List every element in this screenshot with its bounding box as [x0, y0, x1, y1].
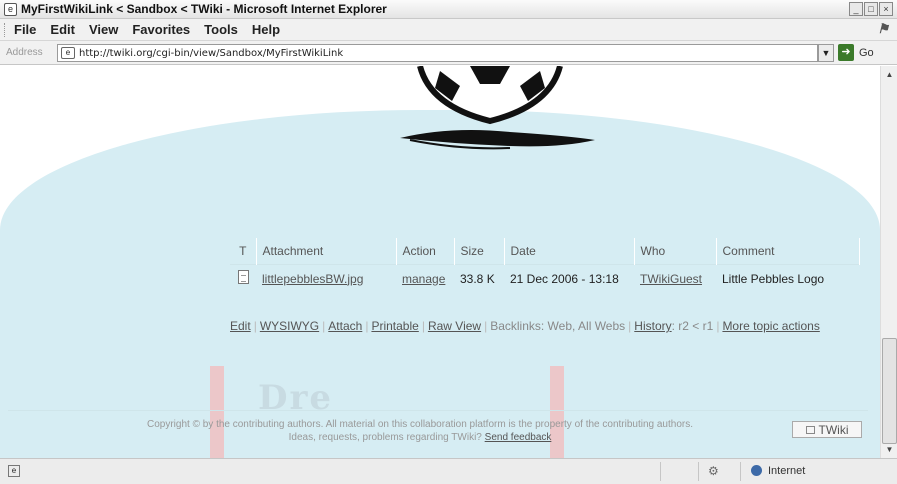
windows-logo-icon: ⚑ — [877, 21, 889, 36]
toolbar-grip[interactable] — [4, 23, 7, 37]
footer-divider — [8, 410, 868, 411]
revision-compare[interactable]: r2 < r1 — [678, 319, 713, 333]
window-controls: _ □ × — [849, 2, 893, 16]
watermark-decoration — [550, 366, 564, 458]
menu-favorites[interactable]: Favorites — [132, 22, 190, 37]
history-link[interactable]: History — [634, 319, 671, 333]
backlinks-label[interactable]: Backlinks: Web, All Webs — [490, 319, 625, 333]
scroll-down-arrow-icon[interactable]: ▼ — [882, 442, 897, 457]
send-feedback-link[interactable]: Send feedback — [485, 432, 552, 443]
watermark-logo: Dre — [258, 378, 334, 418]
attachment-table: T Attachment Action Size Date Who Commen… — [230, 238, 860, 292]
menu-tools[interactable]: Tools — [204, 22, 238, 37]
column-header-comment[interactable]: Comment — [716, 238, 860, 265]
page-status-icon: e — [8, 465, 20, 477]
zone-label: Internet — [768, 465, 806, 477]
menu-edit[interactable]: Edit — [50, 22, 75, 37]
window-title-bar: e MyFirstWikiLink < Sandbox < TWiki - Mi… — [0, 0, 897, 19]
menu-file[interactable]: File — [14, 22, 36, 37]
who-link[interactable]: TWikiGuest — [640, 272, 702, 286]
address-url[interactable]: http://twiki.org/cgi-bin/view/Sandbox/My… — [79, 48, 343, 59]
manage-link[interactable]: manage — [402, 272, 445, 286]
ie-icon: e — [4, 2, 17, 16]
attachment-date: 21 Dec 2006 - 13:18 — [504, 264, 634, 292]
address-input[interactable]: e http://twiki.org/cgi-bin/view/Sandbox/… — [57, 44, 818, 62]
twiki-icon — [805, 425, 815, 434]
page-icon: e — [61, 47, 75, 59]
watermark-decoration — [210, 366, 224, 458]
twiki-badge-label: TWiki — [818, 422, 849, 437]
attachment-link[interactable]: littlepebblesBW.jpg — [262, 272, 363, 286]
address-bar: Address e http://twiki.org/cgi-bin/view/… — [0, 41, 897, 65]
status-divider — [698, 462, 699, 481]
status-bar: e ⚙ Internet — [0, 458, 897, 484]
feedback-prompt: Ideas, requests, problems regarding TWik… — [288, 432, 482, 443]
table-header-row: T Attachment Action Size Date Who Commen… — [230, 238, 860, 265]
twiki-logo-badge[interactable]: TWiki — [792, 421, 862, 438]
address-dropdown-button[interactable]: ▼ — [818, 44, 834, 62]
file-icon — [237, 270, 249, 284]
column-header-size[interactable]: Size — [454, 238, 505, 265]
page-content: Dre T Attachment Action Size Date Who Co… — [0, 66, 880, 458]
scroll-up-arrow-icon[interactable]: ▲ — [882, 67, 897, 82]
attach-link[interactable]: Attach — [328, 319, 362, 333]
window-title: MyFirstWikiLink < Sandbox < TWiki - Micr… — [21, 2, 387, 16]
minimize-button[interactable]: _ — [849, 2, 863, 16]
vertical-scrollbar[interactable]: ▲ ▼ — [880, 66, 897, 458]
column-header-type[interactable]: T — [230, 238, 257, 265]
maximize-button[interactable]: □ — [864, 2, 878, 16]
attachment-comment: Little Pebbles Logo — [716, 264, 860, 292]
security-icon: ⚙ — [708, 464, 719, 478]
internet-zone-icon — [751, 465, 762, 476]
status-divider — [660, 462, 661, 481]
column-header-who[interactable]: Who — [634, 238, 717, 265]
soccer-ball-logo-image — [400, 66, 595, 150]
wysiwyg-link[interactable]: WYSIWYG — [260, 319, 319, 333]
scroll-thumb[interactable] — [882, 338, 897, 444]
more-topic-actions-link[interactable]: More topic actions — [722, 319, 819, 333]
close-button[interactable]: × — [879, 2, 893, 16]
attachment-size: 33.8 K — [454, 264, 504, 292]
raw-view-link[interactable]: Raw View — [428, 319, 481, 333]
menu-help[interactable]: Help — [252, 22, 280, 37]
edit-link[interactable]: Edit — [230, 319, 251, 333]
printable-link[interactable]: Printable — [371, 319, 418, 333]
footer-copyright: Copyright © by the contributing authors.… — [60, 418, 780, 444]
go-arrow-icon[interactable]: ➜ — [838, 44, 854, 61]
address-label: Address — [6, 47, 43, 58]
menu-view[interactable]: View — [89, 22, 118, 37]
go-button-label[interactable]: Go — [859, 47, 874, 59]
topic-actions-bar: Edit | WYSIWYG | Attach | Printable | Raw View | B… — [230, 319, 820, 333]
copyright-text: Copyright © by the contributing authors.… — [147, 419, 693, 430]
column-header-date[interactable]: Date — [504, 238, 635, 265]
column-header-action[interactable]: Action — [396, 238, 455, 265]
column-header-attachment[interactable]: Attachment — [256, 238, 397, 265]
menu-bar: File Edit View Favorites Tools Help ⚑ — [0, 19, 897, 41]
table-row: littlepebblesBW.jpg manage 33.8 K 21 Dec… — [230, 264, 860, 292]
status-divider — [740, 462, 741, 481]
